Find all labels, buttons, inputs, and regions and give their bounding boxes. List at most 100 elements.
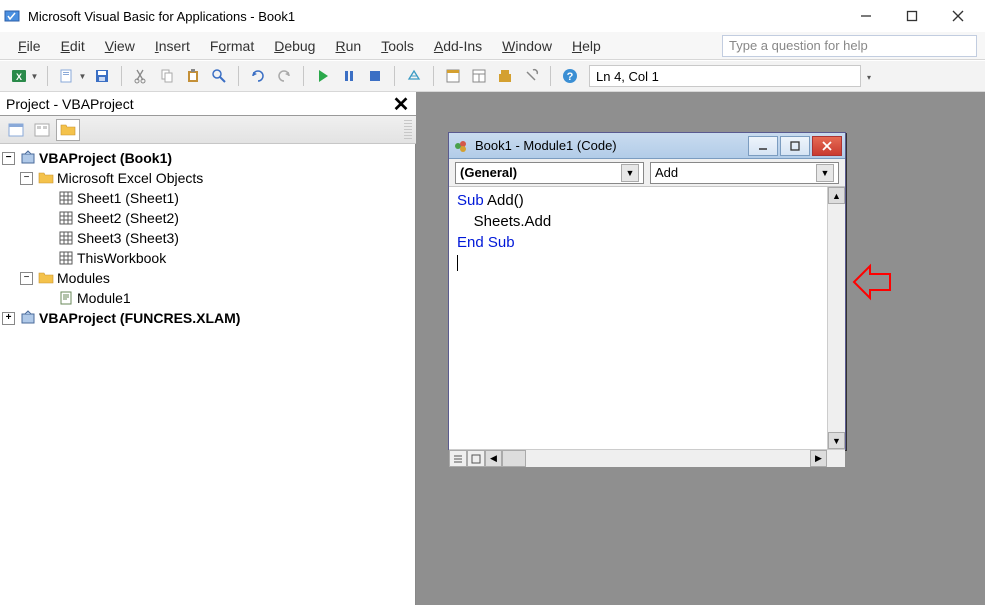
tree-label: Microsoft Excel Objects	[57, 170, 203, 186]
procedure-view-button[interactable]	[449, 450, 467, 467]
tree-label: ThisWorkbook	[77, 250, 166, 266]
window-maximize-button[interactable]	[889, 2, 935, 30]
code-window-module1: Book1 - Module1 (Code) (General) ▼ Add ▼	[448, 132, 846, 450]
project-icon	[20, 150, 36, 166]
project-explorer-close-button[interactable]: ✕	[390, 92, 412, 117]
toolbox-icon[interactable]	[520, 65, 542, 87]
help-icon[interactable]: ?	[559, 65, 581, 87]
project-tree[interactable]: − VBAProject (Book1) − Microsoft Excel O…	[0, 144, 416, 605]
vba-app-icon	[4, 8, 20, 24]
tree-modules-folder[interactable]: − Modules	[2, 268, 413, 288]
tree-excel-objects-folder[interactable]: − Microsoft Excel Objects	[2, 168, 413, 188]
workbook-icon	[58, 250, 74, 266]
tree-label: Sheet3 (Sheet3)	[77, 230, 179, 246]
project-explorer-title-text: Project - VBAProject	[6, 96, 134, 112]
dropdown-caret-icon[interactable]: ▼	[78, 72, 87, 81]
toolbar-overflow-caret[interactable]: ▾	[867, 67, 871, 85]
help-search-placeholder: Type a question for help	[729, 38, 868, 53]
vertical-scrollbar[interactable]: ▲ ▼	[827, 187, 845, 449]
code-keyword: End Sub	[457, 234, 515, 251]
code-text: Sheets.Add	[457, 213, 551, 230]
scroll-down-arrow-icon[interactable]: ▼	[828, 432, 845, 449]
menu-bar: File Edit View Insert Format Debug Run T…	[0, 32, 985, 60]
tree-sheet3[interactable]: Sheet3 (Sheet3)	[2, 228, 413, 248]
procedure-combo-value: Add	[655, 165, 678, 180]
tree-sheet1[interactable]: Sheet1 (Sheet1)	[2, 188, 413, 208]
worksheet-icon	[58, 190, 74, 206]
menu-addins[interactable]: Add-Ins	[424, 36, 492, 56]
reset-icon[interactable]	[364, 65, 386, 87]
code-window-close-button[interactable]	[812, 136, 842, 156]
code-text: Add()	[487, 192, 524, 209]
procedure-combo[interactable]: Add ▼	[650, 162, 839, 184]
menu-tools[interactable]: Tools	[371, 36, 424, 56]
tree-label: VBAProject (FUNCRES.XLAM)	[39, 310, 240, 326]
svg-text:X: X	[16, 72, 22, 82]
cut-icon[interactable]	[130, 65, 152, 87]
find-icon[interactable]	[208, 65, 230, 87]
code-window-minimize-button[interactable]	[748, 136, 778, 156]
project-explorer-icon[interactable]	[442, 65, 464, 87]
menu-run[interactable]: Run	[325, 36, 371, 56]
menu-edit[interactable]: Edit	[51, 36, 95, 56]
menu-debug[interactable]: Debug	[264, 36, 325, 56]
dropdown-caret-icon[interactable]: ▼	[30, 72, 39, 81]
code-window-titlebar[interactable]: Book1 - Module1 (Code)	[449, 133, 845, 159]
redo-icon[interactable]	[273, 65, 295, 87]
view-excel-icon[interactable]: X	[8, 65, 30, 87]
object-browser-icon[interactable]	[494, 65, 516, 87]
scroll-up-arrow-icon[interactable]: ▲	[828, 187, 845, 204]
tree-thisworkbook[interactable]: ThisWorkbook	[2, 248, 413, 268]
view-code-icon[interactable]	[4, 119, 28, 141]
window-titlebar: Microsoft Visual Basic for Applications …	[0, 0, 985, 32]
object-combo[interactable]: (General) ▼	[455, 162, 644, 184]
full-module-view-button[interactable]	[467, 450, 485, 467]
horizontal-scrollbar[interactable]: ◀ ▶	[485, 450, 827, 467]
undo-icon[interactable]	[247, 65, 269, 87]
properties-window-icon[interactable]	[468, 65, 490, 87]
help-search-input[interactable]: Type a question for help	[722, 35, 977, 57]
code-editor[interactable]: Sub Add() Sheets.Add End Sub	[449, 187, 827, 449]
code-window-maximize-button[interactable]	[780, 136, 810, 156]
menu-help[interactable]: Help	[562, 36, 611, 56]
run-icon[interactable]	[312, 65, 334, 87]
menu-file[interactable]: File	[8, 36, 51, 56]
scroll-thumb[interactable]	[502, 450, 526, 467]
window-title: Microsoft Visual Basic for Applications …	[28, 9, 843, 24]
menu-insert[interactable]: Insert	[145, 36, 200, 56]
menu-format[interactable]: Format	[200, 36, 264, 56]
project-explorer-pane: Project - VBAProject ✕ − VBAProject (Boo…	[0, 92, 416, 605]
tree-module1[interactable]: Module1	[2, 288, 413, 308]
design-mode-icon[interactable]	[403, 65, 425, 87]
standard-toolbar: X ▼ ▼ ? Ln 4, Col 1 ▾	[0, 60, 985, 92]
window-minimize-button[interactable]	[843, 2, 889, 30]
folder-open-icon	[38, 270, 54, 286]
worksheet-icon	[58, 210, 74, 226]
save-icon[interactable]	[91, 65, 113, 87]
cursor-position-box: Ln 4, Col 1	[589, 65, 861, 87]
scroll-right-arrow-icon[interactable]: ▶	[810, 450, 827, 467]
project-icon	[20, 310, 36, 326]
tree-sheet2[interactable]: Sheet2 (Sheet2)	[2, 208, 413, 228]
tree-label: Sheet2 (Sheet2)	[77, 210, 179, 226]
scroll-corner	[827, 450, 845, 467]
code-window-title-text: Book1 - Module1 (Code)	[475, 138, 748, 153]
menu-view[interactable]: View	[95, 36, 145, 56]
toggle-folders-icon[interactable]	[56, 119, 80, 141]
code-keyword: Sub	[457, 192, 487, 209]
scroll-left-arrow-icon[interactable]: ◀	[485, 450, 502, 467]
project-explorer-toolbar	[0, 116, 416, 144]
svg-text:?: ?	[567, 71, 574, 83]
mdi-client-area: Book1 - Module1 (Code) (General) ▼ Add ▼	[416, 92, 985, 605]
paste-icon[interactable]	[182, 65, 204, 87]
insert-module-icon[interactable]	[56, 65, 78, 87]
copy-icon[interactable]	[156, 65, 178, 87]
window-close-button[interactable]	[935, 2, 981, 30]
view-object-icon[interactable]	[30, 119, 54, 141]
tree-root-vbaproject-book1[interactable]: − VBAProject (Book1)	[2, 148, 413, 168]
tree-root-vbaproject-funcres[interactable]: + VBAProject (FUNCRES.XLAM)	[2, 308, 413, 328]
menu-window[interactable]: Window	[492, 36, 562, 56]
break-icon[interactable]	[338, 65, 360, 87]
text-cursor	[457, 255, 458, 271]
object-combo-value: (General)	[460, 165, 517, 180]
